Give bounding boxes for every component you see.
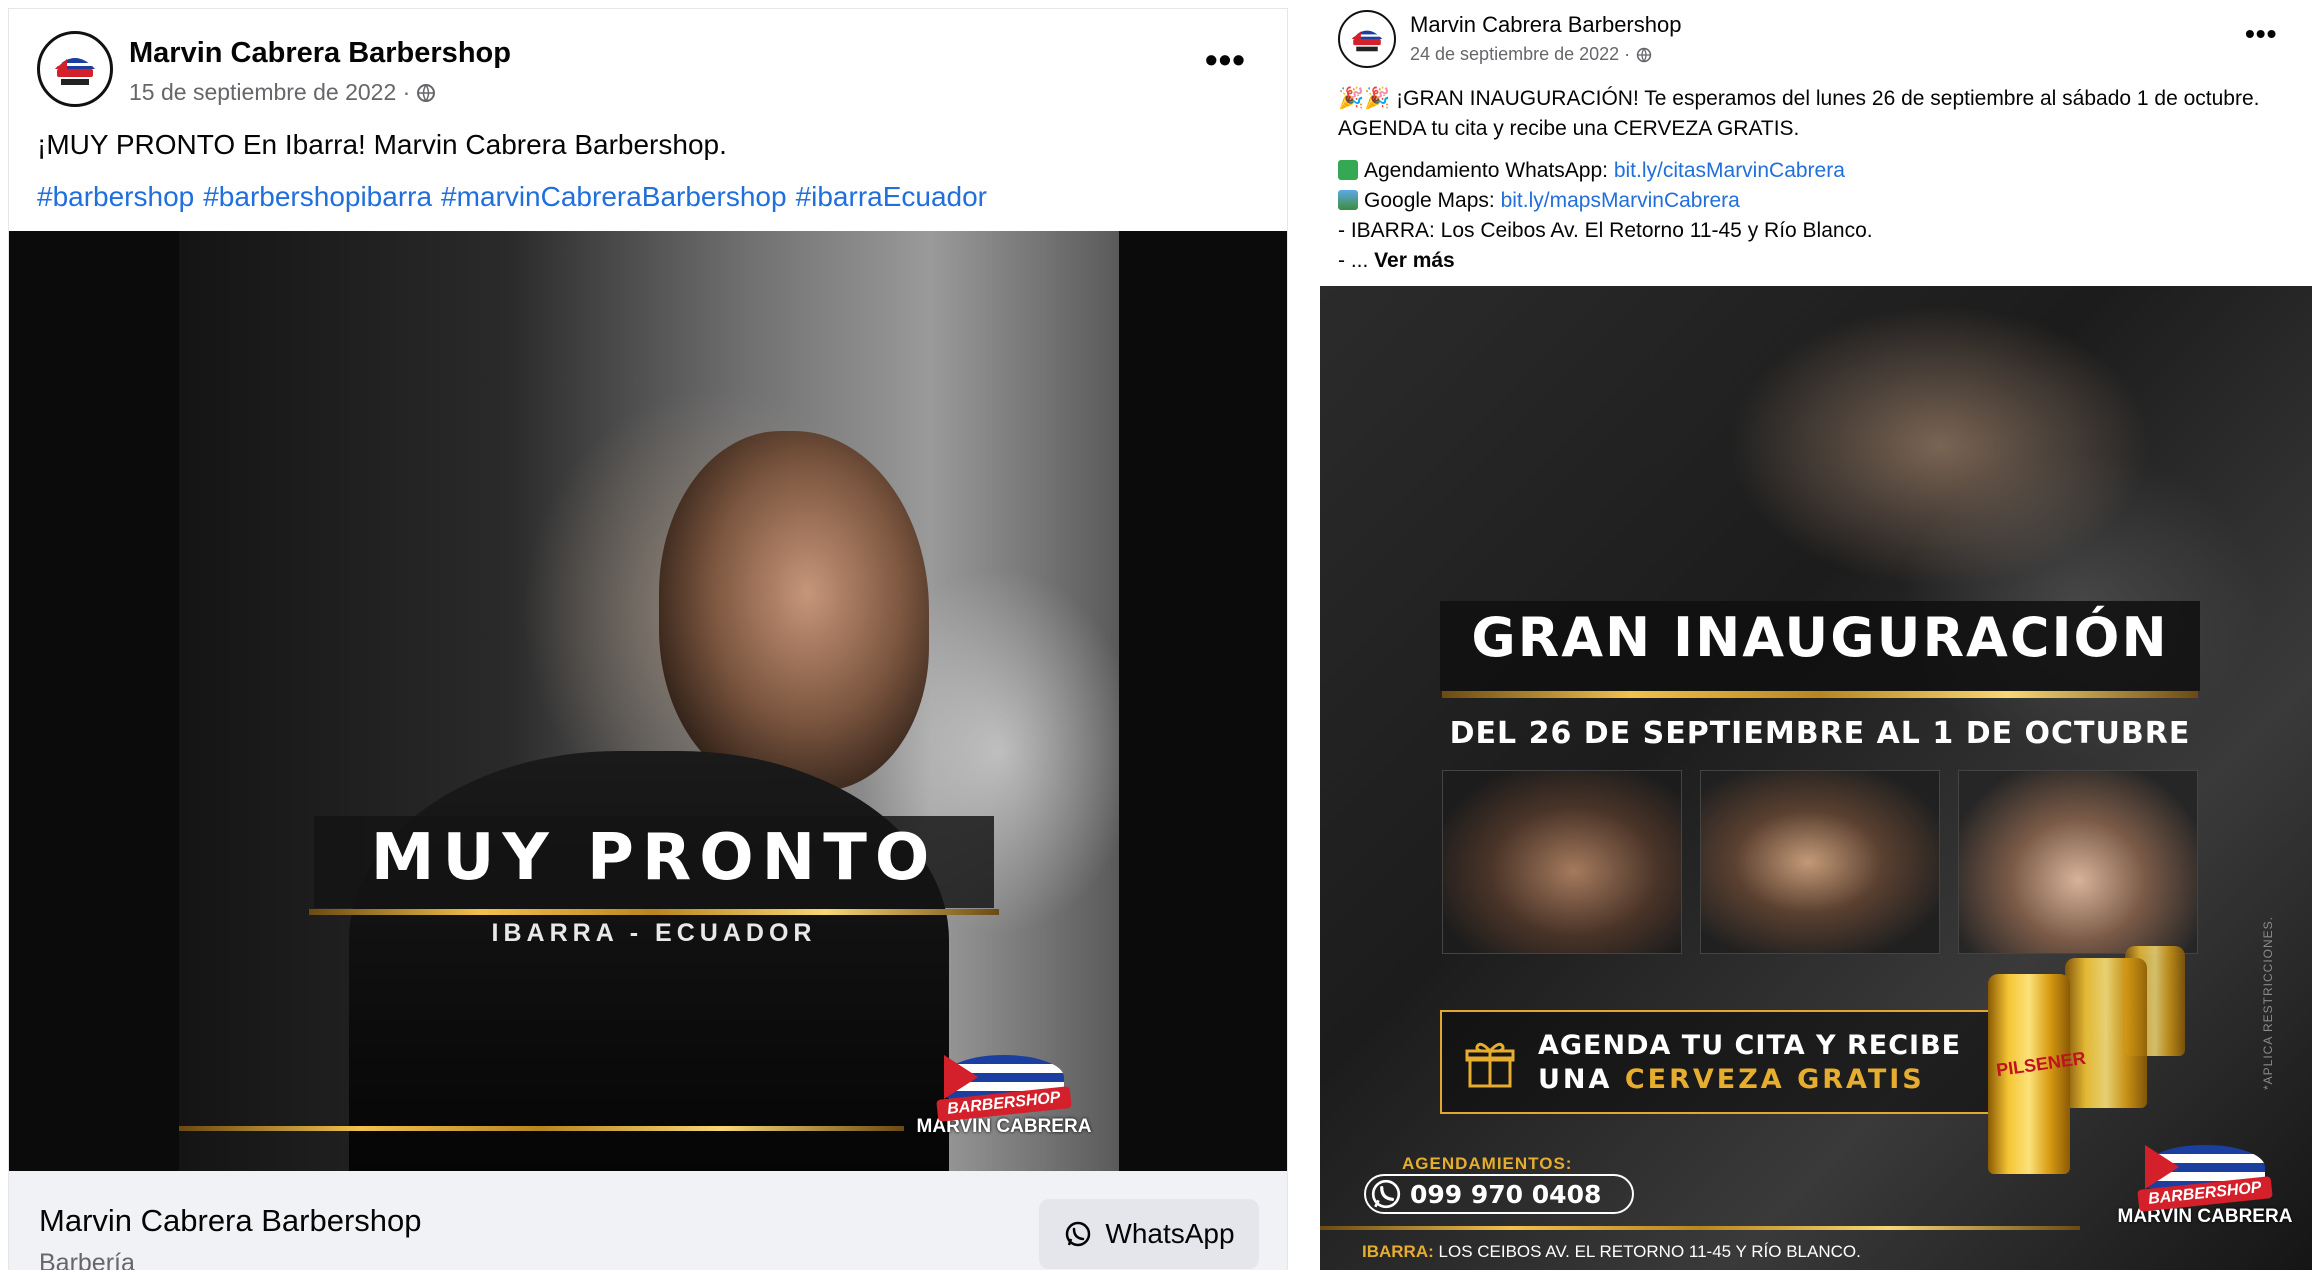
gift-icon (1465, 1042, 1515, 1088)
post-card-muy-pronto: Marvin Cabrera Barbershop 15 de septiemb… (8, 8, 1288, 1270)
promo-line-1: AGENDA TU CITA Y RECIBE (1538, 1030, 1962, 1061)
promo-line-2: UNA CERVEZA GRATIS (1538, 1064, 1925, 1095)
image-subtitle: DEL 26 DE SEPTIEMBRE AL 1 DE OCTUBRE (1449, 716, 2191, 751)
hashtag-link[interactable]: #marvinCabreraBarbershop (441, 181, 787, 213)
restrictions-text: *APLICA RESTRICCIONES. (2261, 915, 2275, 1091)
footer-page-name[interactable]: Marvin Cabrera Barbershop (39, 1203, 422, 1239)
globe-icon (1636, 47, 1652, 62)
see-more-link[interactable]: Ver más (1374, 249, 1455, 272)
image-address: IBARRA: LOS CEIBOS AV. EL RETORNO 11-45 … (1362, 1242, 1861, 1262)
beer-can (2065, 958, 2147, 1108)
post-image[interactable]: GRAN INAUGURACIÓN DEL 26 DE SEPTIEMBRE A… (1320, 286, 2312, 1270)
hashtag-link[interactable]: #barbershopibarra (203, 181, 432, 213)
globe-icon (417, 83, 436, 102)
phone-number: 099 970 0408 (1410, 1179, 1602, 1209)
gold-divider (309, 909, 999, 915)
gold-divider (1320, 1226, 2080, 1230)
facial-thumbnail (1958, 770, 2198, 954)
barbershop-logo: BARBERSHOP MARVIN CABRERA (2110, 1116, 2300, 1256)
maps-link[interactable]: bit.ly/mapsMarvinCabrera (1501, 189, 1740, 212)
barbershop-logo-icon (1351, 30, 1383, 52)
post-text: ¡MUY PRONTO En Ibarra! Marvin Cabrera Ba… (37, 129, 727, 160)
whatsapp-link[interactable]: bit.ly/citasMarvinCabrera (1614, 159, 1845, 182)
truncated-line: - ... Ver más (1338, 246, 2308, 276)
phone-badge: 099 970 0408 (1364, 1174, 1634, 1214)
image-headline: MUY PRONTO (370, 821, 938, 895)
promo-highlight: CERVEZA GRATIS (1624, 1064, 1925, 1095)
image-title: GRAN INAUGURACIÓN (1471, 606, 2169, 669)
post-text: 🎉🎉 ¡GRAN INAUGURACIÓN! Te esperamos del … (1338, 84, 2308, 276)
more-options-icon[interactable]: ••• (2245, 18, 2277, 50)
restrictions-note: *APLICA RESTRICCIONES. (2248, 906, 2275, 1106)
post-timestamp[interactable]: 15 de septiembre de 2022 · (129, 79, 436, 106)
post-image[interactable]: MUY PRONTO IBARRA - ECUADOR BARBERSHOP M… (9, 231, 1287, 1171)
page-footer: Marvin Cabrera Barbershop Barbería Whats… (9, 1171, 1287, 1270)
hashtag-link[interactable]: #ibarraEcuador (796, 181, 987, 213)
haircut-thumbnail (1442, 770, 1682, 954)
maps-prefix: Google Maps: (1364, 189, 1501, 212)
whatsapp-phone-icon (1371, 1179, 1401, 1209)
hashtag-list: #barbershop #barbershopibarra #marvinCab… (37, 181, 987, 213)
whatsapp-button-label: WhatsApp (1105, 1218, 1235, 1249)
schedule-label: AGENDAMIENTOS: (1402, 1154, 1573, 1173)
maps-line: Google Maps: bit.ly/mapsMarvinCabrera (1338, 186, 2308, 216)
post-card-gran-inauguracion: Marvin Cabrera Barbershop 24 de septiemb… (1320, 0, 2320, 1270)
post-timestamp[interactable]: 24 de septiembre de 2022 · (1410, 44, 1652, 65)
beer-can: PILSENER (1988, 974, 2087, 1174)
promo-prefix: UNA (1538, 1064, 1625, 1095)
post-text-line: 🎉🎉 ¡GRAN INAUGURACIÓN! Te esperamos del … (1338, 87, 2260, 110)
post-date[interactable]: 15 de septiembre de 2022 · (129, 79, 410, 106)
page-avatar[interactable] (37, 31, 113, 107)
haircut-thumbnail (1700, 770, 1940, 954)
hashtag-link[interactable]: #barbershop (37, 181, 194, 213)
post-text-line: AGENDA tu cita y recibe una CERVEZA GRAT… (1338, 117, 1800, 140)
address-line: - IBARRA: Los Ceibos Av. El Retorno 11-4… (1338, 219, 1873, 242)
barbershop-logo: BARBERSHOP MARVIN CABRERA (909, 1031, 1099, 1161)
whatsapp-line: Agendamiento WhatsApp: bit.ly/citasMarvi… (1338, 156, 2308, 186)
gold-divider (179, 1126, 904, 1131)
ellipsis-text: - ... (1338, 249, 1375, 272)
page-name[interactable]: Marvin Cabrera Barbershop (129, 37, 511, 70)
barbershop-logo-icon (55, 58, 95, 85)
whatsapp-icon (1066, 1221, 1091, 1247)
check-mark-icon (1338, 160, 1358, 180)
page-name[interactable]: Marvin Cabrera Barbershop (1410, 12, 1681, 38)
more-options-icon[interactable]: ••• (1205, 39, 1246, 81)
whatsapp-prefix: Agendamiento WhatsApp: (1364, 159, 1614, 182)
post-date[interactable]: 24 de septiembre de 2022 · (1410, 44, 1630, 65)
whatsapp-button[interactable]: WhatsApp (1039, 1199, 1259, 1269)
barber-cape-shape (349, 751, 949, 1171)
page-avatar[interactable] (1338, 10, 1396, 68)
gold-divider (1442, 691, 2198, 698)
address-text: LOS CEIBOS AV. EL RETORNO 11-45 Y RÍO BL… (1438, 1242, 1861, 1261)
beer-promo-box: AGENDA TU CITA Y RECIBE UNA CERVEZA GRAT… (1440, 1010, 1995, 1114)
address-city: IBARRA: (1362, 1242, 1434, 1261)
footer-category: Barbería (39, 1249, 135, 1270)
map-icon (1338, 190, 1358, 210)
image-subheadline: IBARRA - ECUADOR (491, 919, 817, 947)
client-head-shape (659, 431, 929, 791)
